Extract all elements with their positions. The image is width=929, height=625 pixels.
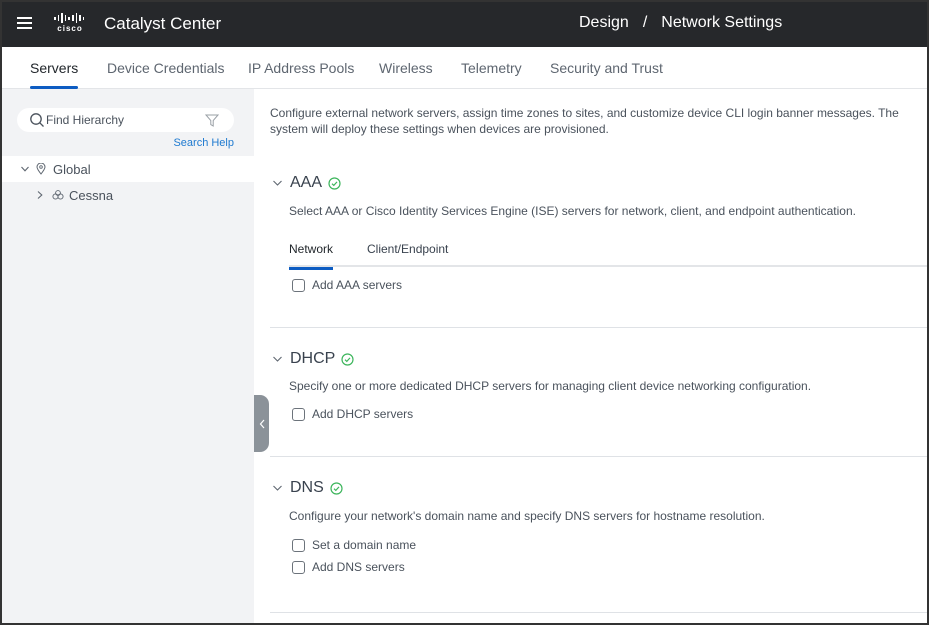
section-title: AAA — [290, 174, 323, 191]
checkbox-label: Add DHCP servers — [312, 407, 414, 421]
subtab-network[interactable]: Network — [289, 242, 334, 270]
checkbox[interactable] — [292, 538, 305, 552]
breadcrumb-network-settings: Network Settings — [661, 14, 783, 31]
section-description: Configure your network's domain name and… — [289, 509, 765, 523]
aaa-subtabs: Network Client/Endpoint — [289, 233, 927, 270]
section-divider — [270, 612, 927, 613]
chevron-down-icon[interactable] — [272, 484, 283, 492]
chevron-right-icon[interactable] — [35, 190, 45, 200]
checkbox[interactable] — [292, 407, 305, 421]
aaa-section-header[interactable]: AAA — [272, 174, 341, 192]
location-pin-icon — [36, 163, 46, 175]
tree-item-label: Cessna — [69, 187, 114, 203]
tab-ip-address-pools[interactable]: IP Address Pools — [248, 60, 354, 76]
section-divider — [270, 327, 927, 328]
hierarchy-search — [17, 108, 234, 132]
chevron-down-icon[interactable] — [272, 179, 283, 187]
breadcrumb-separator: / — [642, 14, 648, 31]
section-divider — [270, 456, 927, 457]
breadcrumb: Design / Network Settings — [579, 14, 782, 32]
tab-servers[interactable]: Servers — [30, 60, 79, 89]
servers-panel: Configure external network servers, assi… — [270, 89, 927, 623]
add-dhcp-servers-checkbox[interactable]: Add DHCP servers — [292, 407, 413, 421]
set-domain-name-checkbox[interactable]: Set a domain name — [292, 538, 416, 552]
tab-security-and-trust[interactable]: Security and Trust — [550, 60, 663, 76]
intro-text: Configure external network servers, assi… — [270, 106, 899, 136]
menu-icon[interactable] — [17, 17, 32, 29]
check-circle-icon — [341, 352, 354, 366]
check-circle-icon — [330, 481, 343, 495]
filter-icon[interactable] — [205, 114, 219, 127]
find-hierarchy-input[interactable] — [46, 111, 196, 129]
hierarchy-sidebar: Search Help Global Cessna — [2, 89, 254, 623]
collapse-sidebar-button[interactable] — [254, 395, 269, 452]
dhcp-section-header[interactable]: DHCP — [272, 350, 354, 368]
add-aaa-servers-checkbox[interactable]: Add AAA servers — [292, 278, 402, 292]
app-title: Catalyst Center — [104, 14, 222, 33]
tree-item-global[interactable]: Global — [2, 156, 254, 182]
breadcrumb-design[interactable]: Design — [579, 14, 629, 32]
add-dns-servers-checkbox[interactable]: Add DNS servers — [292, 560, 405, 574]
building-group-icon — [52, 189, 64, 200]
logo-text: cisco — [57, 24, 83, 33]
section-title: DHCP — [290, 350, 336, 367]
checkbox[interactable] — [292, 278, 305, 292]
dns-section-header[interactable]: DNS — [272, 479, 343, 497]
tab-wireless[interactable]: Wireless — [379, 60, 433, 76]
chevron-down-icon[interactable] — [20, 164, 30, 174]
chevron-down-icon[interactable] — [272, 355, 283, 363]
subtab-client-endpoint[interactable]: Client/Endpoint — [367, 242, 448, 256]
section-description: Select AAA or Cisco Identity Services En… — [289, 204, 856, 218]
tree-item-cessna[interactable]: Cessna — [2, 182, 254, 208]
tree-item-label: Global — [53, 161, 91, 177]
cisco-logo: cisco — [52, 13, 88, 35]
search-help-link[interactable]: Search Help — [173, 137, 234, 149]
section-description: Specify one or more dedicated DHCP serve… — [289, 379, 812, 393]
tab-telemetry[interactable]: Telemetry — [461, 60, 522, 76]
settings-tabs: Servers Device Credentials IP Address Po… — [0, 47, 929, 89]
search-icon — [30, 113, 44, 127]
tab-device-credentials[interactable]: Device Credentials — [107, 60, 225, 76]
checkbox[interactable] — [292, 560, 305, 574]
top-bar: cisco Catalyst Center Design / Network S… — [0, 0, 929, 47]
checkbox-label: Set a domain name — [312, 538, 417, 552]
checkbox-label: Add DNS servers — [312, 560, 405, 574]
check-circle-icon — [328, 176, 341, 190]
section-title: DNS — [290, 479, 324, 496]
chevron-left-icon — [259, 419, 264, 428]
checkbox-label: Add AAA servers — [312, 278, 403, 292]
